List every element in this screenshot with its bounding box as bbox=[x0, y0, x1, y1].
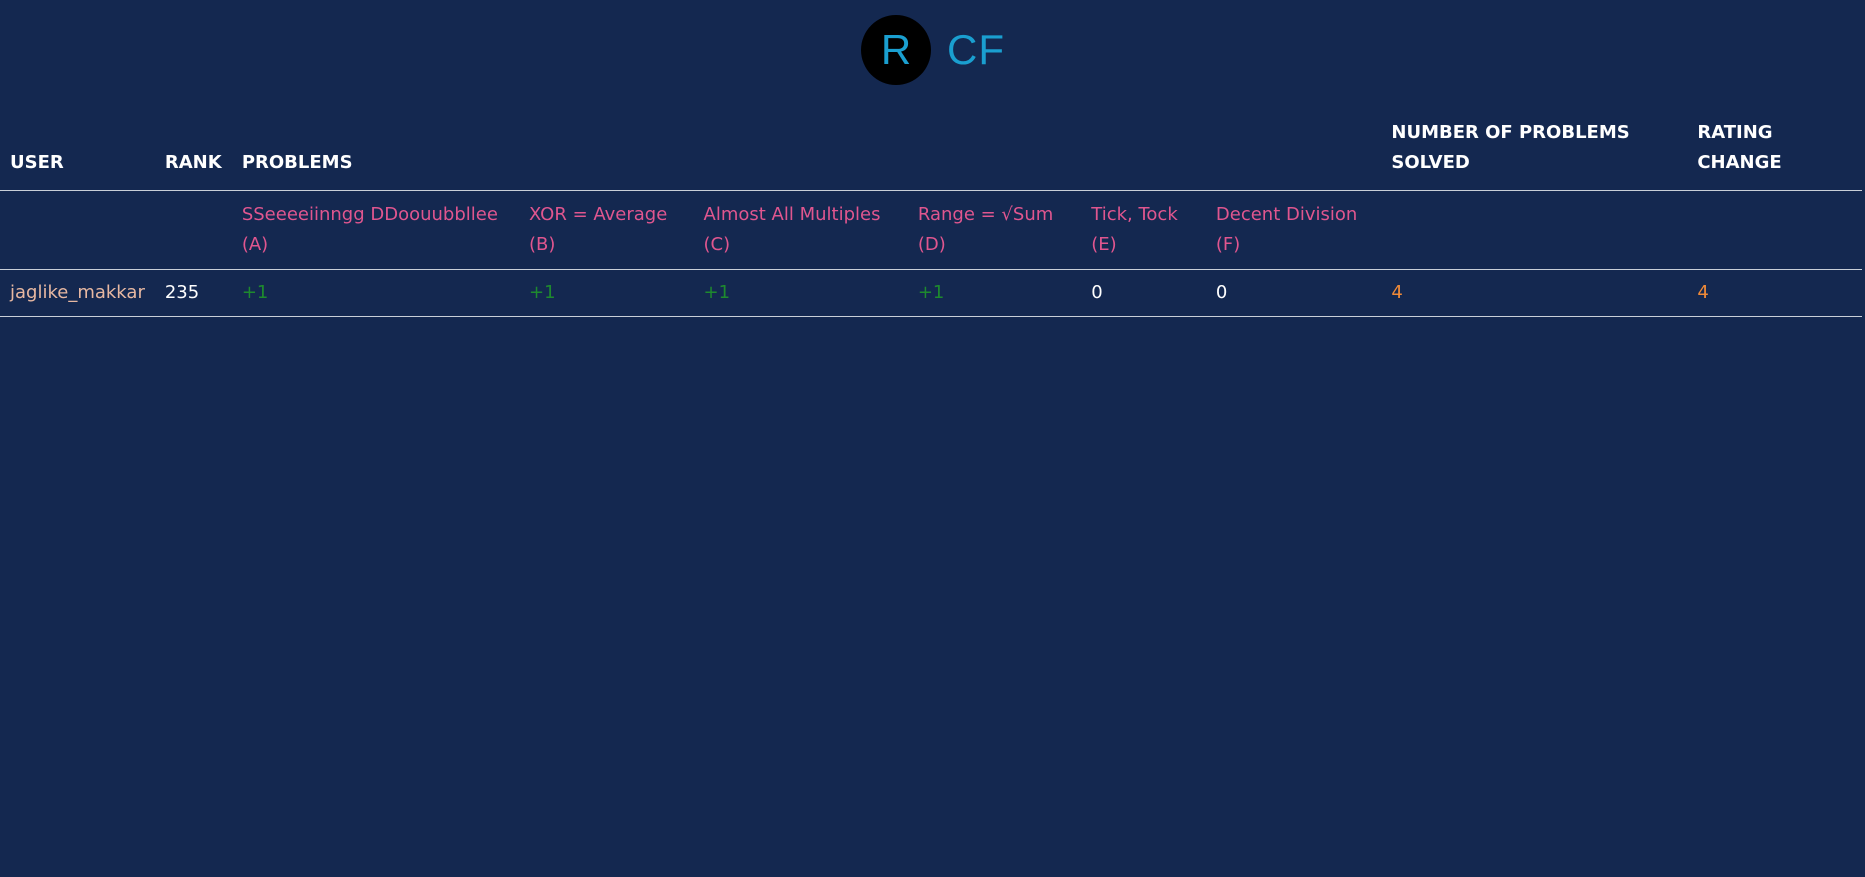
problem-e-index[interactable]: (E) bbox=[1091, 230, 1196, 260]
page: R CF USER RANK PROBLEMS NUMBER OF PROBLE… bbox=[0, 0, 1865, 877]
header-problems: PROBLEMS bbox=[231, 112, 1382, 191]
problems-row-empty-rating bbox=[1687, 190, 1862, 270]
header-solved-line1: NUMBER OF PROBLEMS bbox=[1391, 122, 1630, 143]
header-row: USER RANK PROBLEMS NUMBER OF PROBLEMS SO… bbox=[0, 112, 1862, 191]
problem-d[interactable]: Range = √Sum (D) bbox=[907, 190, 1082, 270]
logo[interactable]: R CF bbox=[861, 15, 1005, 85]
result-b: +1 bbox=[519, 269, 694, 317]
problems-row: SSeeeeiinngg DDoouubbllee (A) XOR = Aver… bbox=[0, 190, 1862, 270]
logo-text: CF bbox=[947, 26, 1005, 73]
problems-row-empty-solved bbox=[1381, 190, 1688, 270]
problem-a-index[interactable]: (A) bbox=[242, 230, 509, 260]
user-cell[interactable]: jaglike_makkar bbox=[0, 269, 155, 317]
problem-f-index[interactable]: (F) bbox=[1216, 230, 1372, 260]
result-d: +1 bbox=[907, 269, 1082, 317]
standings-table: USER RANK PROBLEMS NUMBER OF PROBLEMS SO… bbox=[0, 112, 1862, 317]
rating-change: 4 bbox=[1687, 269, 1862, 317]
problem-c-name[interactable]: Almost All Multiples bbox=[704, 200, 898, 230]
problem-b-name[interactable]: XOR = Average bbox=[529, 200, 684, 230]
problem-c[interactable]: Almost All Multiples (C) bbox=[693, 190, 908, 270]
problem-f[interactable]: Decent Division (F) bbox=[1205, 190, 1382, 270]
logo-initial: R bbox=[880, 26, 912, 73]
problem-d-index[interactable]: (D) bbox=[918, 230, 1071, 260]
solved-count: 4 bbox=[1381, 269, 1688, 317]
problems-row-empty-user bbox=[0, 190, 155, 270]
header-rating-line1: RATING bbox=[1697, 122, 1773, 143]
result-a: +1 bbox=[231, 269, 519, 317]
header-solved: NUMBER OF PROBLEMS SOLVED bbox=[1381, 112, 1688, 191]
header-rating-line2: CHANGE bbox=[1697, 152, 1782, 173]
problem-b[interactable]: XOR = Average (B) bbox=[519, 190, 694, 270]
header-rating-change: RATING CHANGE bbox=[1687, 112, 1862, 191]
header-solved-line2: SOLVED bbox=[1391, 152, 1470, 173]
result-f: 0 bbox=[1205, 269, 1382, 317]
table-row: jaglike_makkar 235 +1 +1 +1 +1 0 0 4 4 bbox=[0, 269, 1862, 317]
problem-e-name[interactable]: Tick, Tock bbox=[1091, 200, 1196, 230]
problems-row-empty-rank bbox=[154, 190, 232, 270]
result-c: +1 bbox=[693, 269, 908, 317]
logo-avatar: R bbox=[861, 15, 931, 85]
rank-cell: 235 bbox=[154, 269, 232, 317]
header-rank: RANK bbox=[154, 112, 232, 191]
problem-d-name[interactable]: Range = √Sum bbox=[918, 200, 1071, 230]
user-link[interactable]: jaglike_makkar bbox=[10, 282, 145, 303]
problem-a-name[interactable]: SSeeeeiinngg DDoouubbllee bbox=[242, 200, 509, 230]
result-e: 0 bbox=[1081, 269, 1206, 317]
problem-f-name[interactable]: Decent Division bbox=[1216, 200, 1372, 230]
problem-b-index[interactable]: (B) bbox=[529, 230, 684, 260]
problem-c-index[interactable]: (C) bbox=[704, 230, 898, 260]
header-user: USER bbox=[0, 112, 155, 191]
problem-a[interactable]: SSeeeeiinngg DDoouubbllee (A) bbox=[231, 190, 519, 270]
problem-e[interactable]: Tick, Tock (E) bbox=[1081, 190, 1206, 270]
